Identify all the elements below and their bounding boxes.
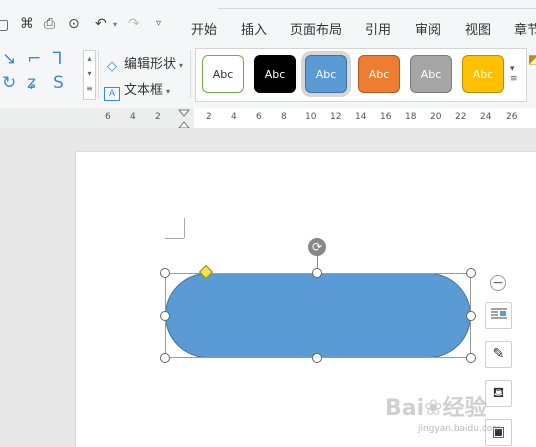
- curved-connector-alt-icon[interactable]: ʑ: [27, 74, 36, 92]
- ruler-tick-label: 22: [455, 112, 467, 122]
- resize-handle-top-left[interactable]: [160, 268, 170, 278]
- print-preview-icon[interactable]: ⊙: [68, 16, 80, 32]
- chevron-down-icon: ▾: [166, 87, 171, 96]
- tab-home[interactable]: 开始: [191, 19, 217, 38]
- ruler-tick-label: 2: [206, 112, 212, 122]
- ruler-tick-label: 18: [405, 112, 417, 122]
- ruler-tick-label: 6: [256, 112, 262, 122]
- print-icon[interactable]: ⎙: [44, 16, 55, 32]
- style-swatch[interactable]: Abc: [462, 55, 504, 93]
- ribbon-divider: [190, 50, 191, 98]
- resize-handle-top-right[interactable]: [466, 268, 476, 278]
- tab-chapter[interactable]: 章节: [514, 19, 536, 38]
- undo-dropdown-icon[interactable]: ▾: [113, 20, 117, 29]
- ruler-tick-label: 6: [105, 112, 111, 122]
- shape-outline-button[interactable]: ✎: [485, 341, 512, 368]
- tab-strip: [218, 0, 536, 9]
- watermark-url: jingyan.baidu.com: [418, 424, 502, 434]
- tab-references[interactable]: 引用: [365, 19, 391, 38]
- resize-handle-left[interactable]: [160, 311, 170, 321]
- layout-options-button[interactable]: [485, 302, 512, 329]
- text-box-button[interactable]: A 文本框 ▾: [104, 79, 170, 101]
- text-box-label: 文本框: [124, 83, 164, 98]
- tab-view[interactable]: 视图: [465, 19, 491, 38]
- customize-icon[interactable]: ▿: [156, 18, 161, 29]
- style-swatch[interactable]: Abc: [305, 55, 347, 93]
- collapse-toolbar-icon[interactable]: −: [490, 275, 506, 291]
- selection-box: [165, 273, 471, 358]
- rotate-handle-icon[interactable]: ⟳: [308, 238, 326, 256]
- gallery-more-icon[interactable]: ▾ ≡: [510, 64, 518, 84]
- tab-insert[interactable]: 插入: [241, 19, 267, 38]
- curved-connector-icon[interactable]: ↻: [2, 74, 16, 92]
- tab-page-layout[interactable]: 页面布局: [290, 19, 342, 38]
- watermark-logo: Bai❀经验: [385, 396, 487, 421]
- edit-shape-label: 编辑形状: [124, 57, 177, 72]
- ruler-tick-label: 8: [281, 112, 287, 122]
- text-box-icon: A: [104, 87, 120, 101]
- edit-shape-button[interactable]: ◇ 编辑形状 ▾: [104, 53, 183, 74]
- indent-marker-icon[interactable]: [178, 109, 190, 129]
- paint-bucket-icon: ⛾: [492, 385, 505, 401]
- wrap-text-icon: [490, 308, 507, 319]
- gallery-scroll[interactable]: ▴ ▾ ≡: [83, 50, 96, 100]
- brush-icon: ✎: [492, 346, 505, 362]
- curved-connector-2-icon[interactable]: S: [53, 74, 64, 92]
- chevron-down-icon: ▾: [179, 61, 184, 70]
- elbow-connector-2-icon[interactable]: ⅂: [53, 50, 62, 68]
- ruler-tick-label: 4: [130, 112, 136, 122]
- margin-corner-mark: [165, 238, 184, 239]
- ruler-tick-label: 4: [231, 112, 237, 122]
- style-swatch[interactable]: Abc: [254, 55, 296, 93]
- elbow-connector-icon[interactable]: ↘: [2, 50, 16, 68]
- margin-corner-mark: [184, 218, 185, 238]
- resize-handle-right[interactable]: [466, 311, 476, 321]
- ruler-tick-label: 10: [305, 112, 317, 122]
- tab-review[interactable]: 审阅: [415, 19, 441, 38]
- resize-handle-bottom-left[interactable]: [160, 353, 170, 363]
- format-painter-icon[interactable]: ⌘: [20, 16, 34, 32]
- ruler-tick-label: 26: [506, 112, 518, 122]
- ruler-tick-label: 14: [355, 112, 367, 122]
- style-swatch[interactable]: Abc: [202, 55, 244, 93]
- resize-handle-top[interactable]: [312, 268, 322, 278]
- save-icon[interactable]: ▢: [0, 17, 9, 33]
- style-swatch[interactable]: Abc: [358, 55, 400, 93]
- elbow-connector-alt-icon[interactable]: ⌐: [27, 50, 41, 68]
- ruler-tick-label: 24: [480, 112, 492, 122]
- style-swatch[interactable]: Abc: [410, 55, 452, 93]
- resize-handle-bottom[interactable]: [312, 353, 322, 363]
- edit-shape-icon: ◇: [107, 59, 117, 74]
- undo-icon[interactable]: ↶: [95, 16, 107, 32]
- redo-icon[interactable]: ↷: [128, 16, 140, 32]
- ribbon-divider: [98, 50, 99, 98]
- ruler-tick-label: 16: [380, 112, 392, 122]
- fill-icon[interactable]: ◩: [528, 52, 536, 66]
- ruler-tick-label: 12: [330, 112, 342, 122]
- ruler-tick-label: 2: [155, 112, 161, 122]
- shape-fill-button[interactable]: ⛾: [485, 380, 512, 407]
- ruler-tick-label: 20: [430, 112, 442, 122]
- resize-handle-bottom-right[interactable]: [466, 353, 476, 363]
